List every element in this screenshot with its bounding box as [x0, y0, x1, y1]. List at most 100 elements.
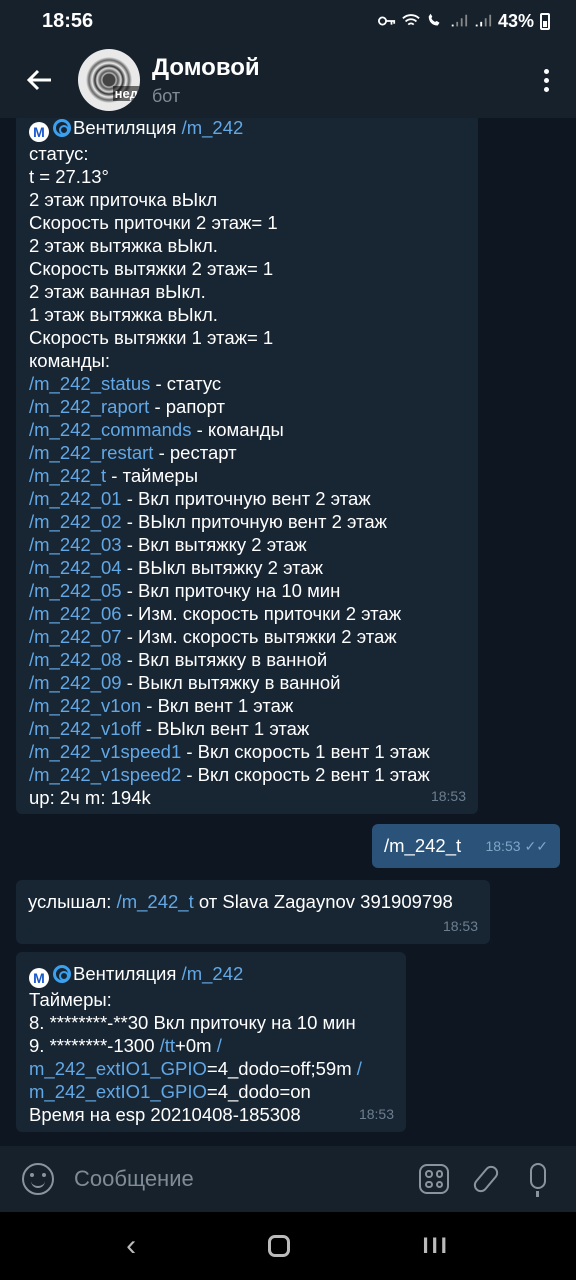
wifi-icon [402, 14, 420, 26]
command-item: /m_242_status - статус [29, 372, 466, 395]
command-description: - ВЫкл вытяжку 2 этаж [121, 557, 324, 578]
status-line: команды: [29, 350, 111, 371]
message-bubble-heard[interactable]: услышал: /m_242_t от Slava Zagaynov 3919… [16, 880, 490, 944]
command-item: /m_242_v1speed2 - Вкл скорость 2 вент 1 … [29, 763, 466, 786]
message-time: 18:53 [358, 1106, 394, 1122]
status-bar: 18:56 43% [0, 0, 576, 42]
command-description: - таймеры [106, 465, 199, 486]
emoji-button[interactable] [12, 1153, 64, 1205]
command-link[interactable]: /m_242_v1speed2 [29, 764, 181, 785]
command-link[interactable]: /m_242_v1speed1 [29, 741, 181, 762]
command-description: - рапорт [149, 396, 226, 417]
command-description: - Вкл вытяжку в ванной [121, 649, 328, 670]
tt-link[interactable]: /tt [160, 1035, 175, 1056]
command-link[interactable]: /m_242_04 [29, 557, 122, 578]
command-item: /m_242_07 - Изм. скорость вытяжки 2 этаж [29, 625, 466, 648]
command-link[interactable]: /m_242_03 [29, 534, 122, 555]
command-description: - Вкл скорость 2 вент 1 этаж [181, 764, 430, 785]
attach-button[interactable] [460, 1153, 512, 1205]
command-description: - Вкл приточку на 10 мин [121, 580, 341, 601]
timer-line-8: 8. ********-**30 Вкл приточку на 10 мин [29, 1012, 356, 1033]
command-link[interactable]: /m_242_01 [29, 488, 122, 509]
double-check-icon: ✓✓ [524, 838, 548, 854]
nav-home-button[interactable] [268, 1235, 291, 1257]
command-item: /m_242_02 - ВЫкл приточную вент 2 этаж [29, 510, 466, 533]
slash-link-2[interactable]: / [357, 1058, 362, 1079]
message-bubble-timers[interactable]: M Вентиляция /m_242 Таймеры: 8. ********-… [16, 952, 406, 1132]
microphone-icon [530, 1163, 546, 1197]
command-item: /m_242_v1speed1 - Вкл скорость 1 вент 1 … [29, 740, 466, 763]
system-nav-bar: ‹ III [0, 1212, 576, 1280]
command-link[interactable]: /m_242_09 [29, 672, 122, 693]
status-line: Скорость вытяжки 2 этаж= 1 [29, 258, 274, 279]
gpio-link-2[interactable]: m_242_extIO1_GPIO [29, 1081, 207, 1102]
status-time: 18:56 [42, 9, 94, 32]
command-description: - Вкл вытяжку 2 этаж [121, 534, 307, 555]
message-list[interactable]: M Вентиляция /m_242 статус: t = 27.13° 2 эт… [0, 118, 576, 1146]
heading-text: Вентиляция [73, 118, 182, 138]
nav-back-button[interactable]: ‹ [126, 1229, 136, 1263]
status-line: 1 этаж вытяжка вЫкл. [29, 304, 218, 325]
command-link[interactable]: /m_242_08 [29, 649, 122, 670]
timer-line-9-cont1: m_242_extIO1_GPIO=4_dodo=off;59m / [29, 1058, 362, 1079]
command-item: /m_242_t - таймеры [29, 464, 466, 487]
message-bubble-status[interactable]: M Вентиляция /m_242 статус: t = 27.13° 2 эт… [16, 118, 478, 814]
command-item: /m_242_04 - ВЫкл вытяжку 2 этаж [29, 556, 466, 579]
nav-recents-button[interactable]: III [423, 1233, 450, 1259]
avatar[interactable]: нед [78, 49, 140, 111]
command-description: - Вкл скорость 1 вент 1 этаж [181, 741, 430, 762]
voice-button[interactable] [512, 1153, 564, 1205]
command-item: /m_242_v1on - Вкл вент 1 этаж [29, 694, 466, 717]
signal-icon-1 [451, 14, 468, 27]
command-description: - Изм. скорость вытяжки 2 этаж [121, 626, 397, 647]
command-item: /m_242_05 - Вкл приточку на 10 мин [29, 579, 466, 602]
message-heading: M Вентиляция /m_242 [29, 962, 394, 988]
command-description: - рестарт [153, 442, 237, 463]
command-link[interactable]: /m_242_v1off [29, 718, 141, 739]
command-list: /m_242_status - статус/m_242_raport - ра… [29, 372, 466, 786]
command-description: - ВЫкл вент 1 этаж [140, 718, 310, 739]
command-link[interactable]: /m_242_t [29, 465, 106, 486]
message-time: 18:53 [430, 788, 466, 804]
command-description: - Изм. скорость приточки 2 этаж [121, 603, 402, 624]
command-item: /m_242_commands - команды [29, 418, 466, 441]
timer-line-9: 9. ********-1300 /tt+0m / [29, 1035, 222, 1056]
command-item: /m_242_01 - Вкл приточную вент 2 этаж [29, 487, 466, 510]
chat-title-block[interactable]: Домовой бот [152, 54, 260, 107]
message-input[interactable] [74, 1157, 408, 1201]
command-link[interactable]: /m_242_raport [29, 396, 149, 417]
slash-link[interactable]: / [217, 1035, 222, 1056]
esp-time: Время на esp 20210408-185308 [29, 1104, 301, 1125]
command-item: /m_242_09 - Выкл вытяжку в ванной [29, 671, 466, 694]
command-link[interactable]: /m_242_restart [29, 442, 153, 463]
more-button[interactable] [516, 42, 576, 118]
chat-title: Домовой [152, 53, 260, 81]
command-item: /m_242_08 - Вкл вытяжку в ванной [29, 648, 466, 671]
gpio-link-1[interactable]: m_242_extIO1_GPIO [29, 1058, 207, 1079]
command-link[interactable]: /m_242_commands [29, 419, 191, 440]
back-button[interactable] [0, 42, 78, 118]
message-time-outgoing: 18:53 ✓✓ [485, 838, 548, 854]
bot-keyboard-button[interactable] [408, 1153, 460, 1205]
heard-link[interactable]: /m_242_t [117, 891, 194, 912]
command-link[interactable]: /m_242_02 [29, 511, 122, 532]
heading-link[interactable]: /m_242 [182, 963, 244, 984]
cyclone-emoji-icon [53, 119, 71, 137]
cyclone-emoji-icon [53, 965, 71, 983]
uptime-footer: up: 2ч m: 194k [29, 787, 151, 808]
command-item: /m_242_raport - рапорт [29, 395, 466, 418]
command-link[interactable]: /m_242_07 [29, 626, 122, 647]
chat-subtitle: бот [152, 85, 181, 106]
message-bubble-outgoing[interactable]: /m_242_t 18:53 ✓✓ [372, 824, 560, 868]
status-line: t = 27.13° [29, 166, 109, 187]
heading-link[interactable]: /m_242 [182, 118, 244, 138]
timer-line-9-cont2: m_242_extIO1_GPIO=4_dodo=on [29, 1081, 311, 1102]
command-link[interactable]: /m_242_06 [29, 603, 122, 624]
command-link[interactable]: /m_242_05 [29, 580, 122, 601]
command-link[interactable]: /m_242_v1on [29, 695, 141, 716]
wifi-call-icon [428, 13, 440, 26]
command-link[interactable]: /m_242_status [29, 373, 150, 394]
command-description: - ВЫкл приточную вент 2 этаж [121, 511, 388, 532]
status-line: 2 этаж вытяжка вЫкл. [29, 235, 218, 256]
smile-icon [22, 1163, 54, 1195]
